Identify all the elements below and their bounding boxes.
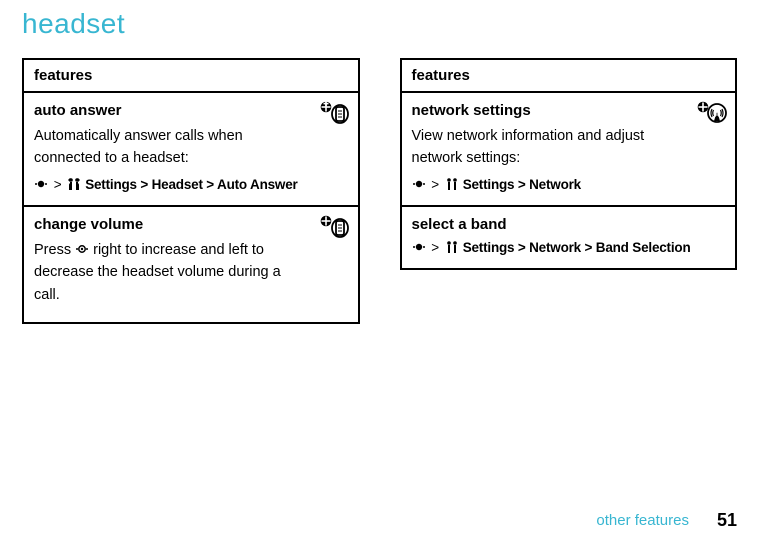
nav-settings: Settings: [85, 177, 137, 192]
page-number: 51: [717, 510, 737, 531]
row-title: change volume: [34, 216, 348, 233]
footer: other features 51: [596, 510, 737, 531]
row-body: Press right to increase and left to decr…: [34, 239, 309, 306]
tools-icon: [445, 177, 459, 191]
nav-settings: Settings: [463, 177, 515, 192]
nav-rest: > Network > Band Selection: [514, 240, 690, 255]
nav-path: > Settings > Network: [412, 176, 726, 195]
table-row: auto answer Automatically answer calls w…: [24, 93, 358, 207]
nav-rest: > Network: [514, 177, 581, 192]
right-column: features A: [400, 58, 738, 324]
nav-rest: > Headset > Auto Answer: [137, 177, 298, 192]
headset-plus-icon: [320, 101, 350, 125]
right-table-header: features: [402, 60, 736, 93]
center-key-icon: [412, 242, 426, 252]
right-table: features A: [400, 58, 738, 270]
row-title: auto answer: [34, 102, 348, 119]
table-row: select a band > Settings > Network > Ban…: [402, 207, 736, 268]
tools-icon: [67, 177, 81, 191]
table-row: change volume Press right to increase an…: [24, 207, 358, 322]
nav-key-icon: [75, 244, 89, 254]
nav-path: > Settings > Headset > Auto Answer: [34, 176, 348, 195]
content-columns: features: [0, 40, 759, 324]
row-title: select a band: [412, 216, 726, 233]
svg-text:A: A: [714, 110, 720, 119]
nav-path: > Settings > Network > Band Selection: [412, 239, 726, 258]
nav-settings: Settings: [463, 240, 515, 255]
headset-plus-icon: [320, 215, 350, 239]
center-key-icon: [34, 179, 48, 189]
table-row: A network settings View network informat…: [402, 93, 736, 207]
center-key-icon: [412, 179, 426, 189]
left-table: features: [22, 58, 360, 324]
row-body: View network information and adjust netw…: [412, 125, 687, 170]
row-body: Automatically answer calls when connecte…: [34, 125, 309, 170]
footer-section: other features: [596, 512, 689, 529]
antenna-plus-icon: A: [697, 101, 727, 125]
body-pre: Press: [34, 242, 75, 258]
tools-icon: [445, 240, 459, 254]
left-column: features: [22, 58, 360, 324]
row-title: network settings: [412, 102, 726, 119]
left-table-header: features: [24, 60, 358, 93]
page-title: headset: [0, 0, 759, 40]
